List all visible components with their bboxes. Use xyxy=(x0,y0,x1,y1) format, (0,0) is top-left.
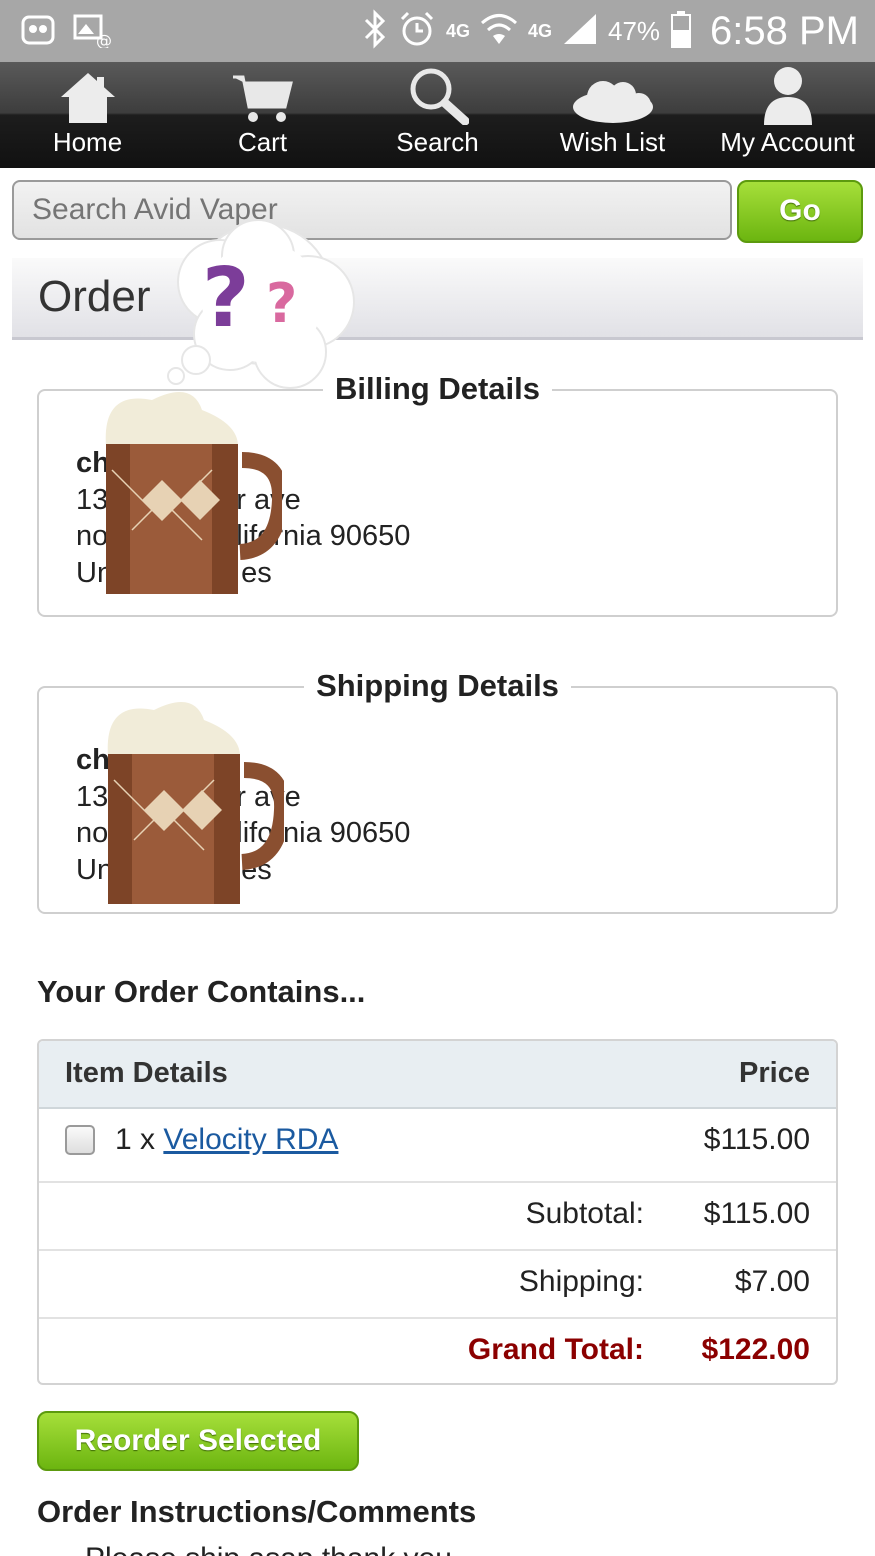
status-time: 6:58 PM xyxy=(710,8,859,53)
battery-icon xyxy=(670,9,692,54)
battery-percent: 47% xyxy=(607,15,661,46)
wifi-icon xyxy=(480,12,518,51)
main-nav: Home Cart Search Wish List My Account xyxy=(0,62,875,168)
item-link-velocity-rda[interactable]: Velocity RDA xyxy=(163,1123,338,1156)
alarm-icon xyxy=(398,9,436,54)
bluetooth-icon xyxy=(362,8,388,54)
table-header: Item Details Price xyxy=(39,1041,836,1109)
svg-text:@: @ xyxy=(96,31,112,48)
lte-signal-icon: 4G xyxy=(445,20,470,41)
page-title: Order xyxy=(38,272,151,321)
table-row: 1 x Velocity RDA $115.00 xyxy=(39,1109,836,1183)
coffee-mug-sticker xyxy=(104,700,291,905)
nav-cart-label: Cart xyxy=(237,127,288,157)
status-bar: @ 4G 4G 47% 6:58 PM xyxy=(0,0,875,62)
grand-total-row: Grand Total: $122.00 xyxy=(39,1319,836,1383)
item-quantity: 1 x xyxy=(115,1123,156,1156)
shipping-value: $7.00 xyxy=(734,1265,810,1298)
nav-account[interactable]: My Account xyxy=(700,62,875,168)
order-contains-heading: Your Order Contains... xyxy=(37,974,366,1009)
cloud-icon xyxy=(569,63,657,125)
comments-text: Please ship asap thank you xyxy=(85,1542,452,1556)
column-price: Price xyxy=(739,1057,810,1089)
voicemail-icon xyxy=(18,10,58,50)
cart-icon xyxy=(231,63,295,125)
column-item-details: Item Details xyxy=(65,1057,228,1089)
nav-wishlist-label: Wish List xyxy=(559,127,666,157)
coffee-mug-sticker xyxy=(102,390,289,595)
cell-signal-icon xyxy=(562,12,598,51)
nav-home[interactable]: Home xyxy=(0,62,175,168)
order-title-bar: Order xyxy=(12,258,863,340)
grand-total-label: Grand Total: xyxy=(467,1333,644,1366)
svg-text:?: ? xyxy=(202,251,250,346)
picture-email-icon: @ xyxy=(72,10,112,50)
nav-search[interactable]: Search xyxy=(350,62,525,168)
order-table: Item Details Price 1 x Velocity RDA $115… xyxy=(37,1039,838,1385)
svg-text:?: ? xyxy=(266,272,297,335)
shipping-legend: Shipping Details xyxy=(39,668,836,704)
subtotal-value: $115.00 xyxy=(703,1197,810,1230)
subtotal-label: Subtotal: xyxy=(525,1197,644,1230)
home-icon xyxy=(59,63,117,125)
nav-wishlist[interactable]: Wish List xyxy=(525,62,700,168)
nav-home-label: Home xyxy=(52,127,123,157)
item-line: 1 x Velocity RDA xyxy=(115,1123,338,1157)
subtotal-row: Subtotal: $115.00 xyxy=(39,1183,836,1251)
shipping-label: Shipping: xyxy=(518,1265,644,1298)
person-icon xyxy=(761,63,815,125)
magnifier-icon xyxy=(407,63,469,125)
item-select-checkbox[interactable] xyxy=(65,1125,95,1155)
nav-account-label: My Account xyxy=(720,127,855,157)
nav-cart[interactable]: Cart xyxy=(175,62,350,168)
search-input[interactable] xyxy=(12,180,732,240)
shipping-row: Shipping: $7.00 xyxy=(39,1251,836,1319)
comments-heading: Order Instructions/Comments xyxy=(37,1494,477,1529)
lte-data-icon: 4G xyxy=(527,20,552,41)
go-button[interactable]: Go xyxy=(737,180,863,243)
reorder-selected-button[interactable]: Reorder Selected xyxy=(37,1411,359,1471)
nav-search-label: Search xyxy=(396,127,479,157)
item-price: $115.00 xyxy=(703,1123,810,1156)
grand-total-value: $122.00 xyxy=(701,1333,810,1366)
